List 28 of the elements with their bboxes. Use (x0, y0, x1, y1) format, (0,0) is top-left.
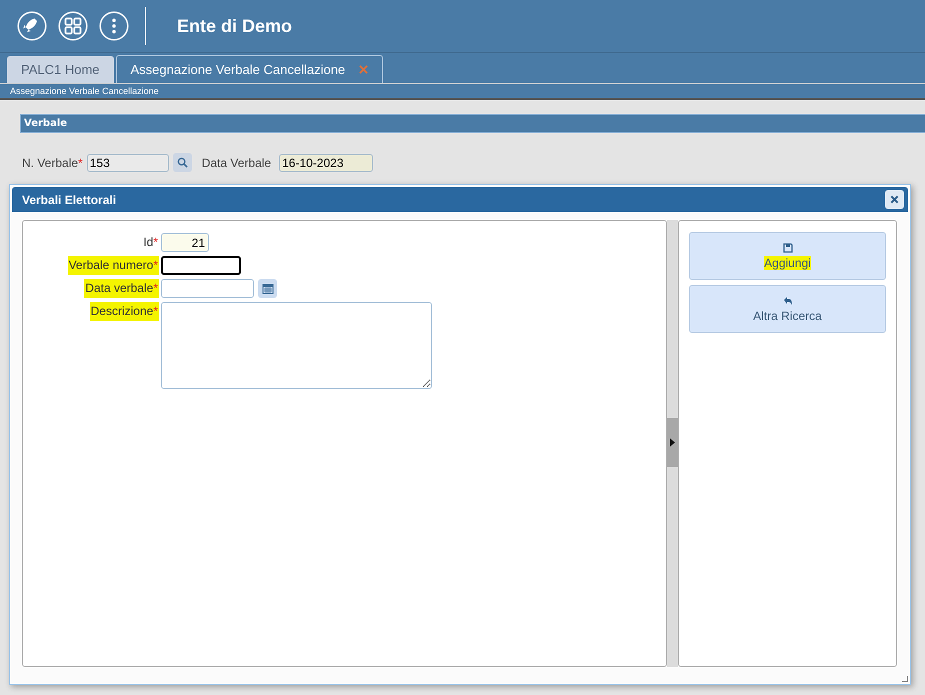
field-label: Verbale numero* (68, 256, 159, 275)
input-field[interactable]: 16-10-2023 (279, 154, 374, 172)
input-field[interactable]: 21 (161, 233, 209, 252)
field-label: Data verbale* (84, 279, 159, 298)
input-field[interactable] (161, 256, 241, 275)
search-again-button[interactable]: Altra Ricerca (689, 285, 886, 333)
field-label: Data Verbale (202, 156, 272, 170)
splitter-handle[interactable] (667, 220, 678, 667)
field-label: N. Verbale* (22, 156, 83, 170)
field-label: Id* (142, 234, 159, 251)
close-icon (890, 195, 899, 204)
resize-grip-icon[interactable] (902, 676, 908, 682)
grid-icon[interactable] (58, 11, 88, 41)
date-field[interactable] (161, 279, 254, 298)
close-button[interactable] (885, 190, 904, 209)
dialog-title: Verbali Elettorali (22, 192, 116, 206)
add-button[interactable]: Aggiungi (689, 232, 886, 280)
search-icon[interactable] (172, 153, 192, 172)
tab[interactable]: Assegnazione Verbale Cancellazione (116, 55, 384, 83)
field-label: Descrizione* (90, 302, 159, 321)
tab[interactable]: PALC1 Home (7, 56, 114, 83)
app-title: Ente di Demo (177, 16, 292, 36)
breadcrumb: Assegnazione Verbale Cancellazione (0, 84, 925, 100)
back-arrow-icon (782, 296, 792, 306)
input-field[interactable]: 153 (86, 154, 169, 172)
panel-title: Verbale (20, 114, 925, 133)
menu-icon[interactable] (99, 11, 129, 41)
calendar-icon[interactable] (258, 279, 277, 298)
